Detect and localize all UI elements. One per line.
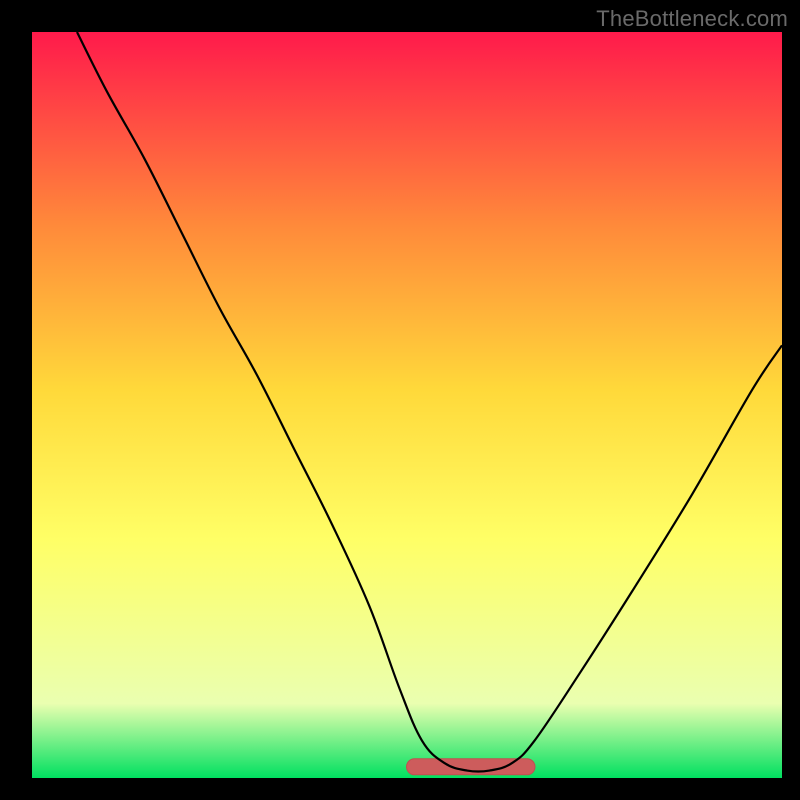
plot-background — [32, 32, 782, 778]
watermark-text: TheBottleneck.com — [596, 6, 788, 32]
bottleneck-chart — [0, 0, 800, 800]
chart-frame: TheBottleneck.com — [0, 0, 800, 800]
